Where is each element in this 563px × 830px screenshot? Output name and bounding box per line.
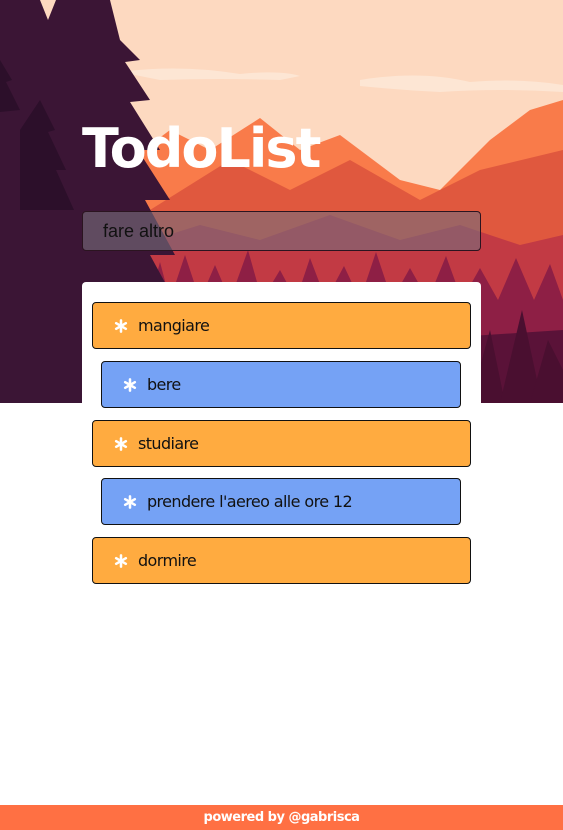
todo-item-label: bere (147, 375, 181, 394)
footer-bar: powered by @gabrisca (0, 805, 563, 830)
new-todo-input[interactable] (82, 211, 481, 251)
todo-item[interactable]: mangiare (92, 302, 471, 349)
todo-item-label: prendere l'aereo alle ore 12 (147, 492, 353, 511)
asterisk-icon (123, 494, 137, 509)
todo-item[interactable]: bere (101, 361, 461, 408)
todo-item-label: studiare (138, 434, 199, 453)
todo-item-label: dormire (138, 551, 197, 570)
asterisk-icon (114, 436, 128, 451)
footer-credit: powered by @gabrisca (203, 810, 360, 825)
todo-item[interactable]: prendere l'aereo alle ore 12 (101, 478, 461, 525)
asterisk-icon (123, 377, 137, 392)
asterisk-icon (114, 318, 128, 333)
asterisk-icon (114, 553, 128, 568)
app-title: TodoList (82, 117, 321, 180)
todo-item-label: mangiare (138, 316, 210, 335)
todo-item[interactable]: dormire (92, 537, 471, 584)
todo-item[interactable]: studiare (92, 420, 471, 467)
